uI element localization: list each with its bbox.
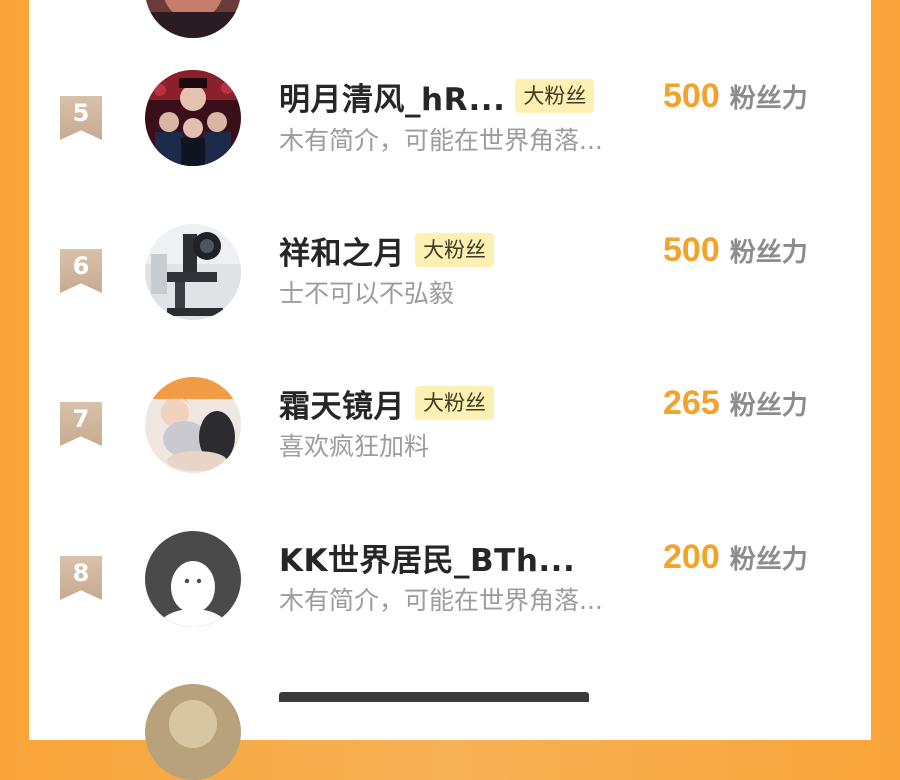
user-avatar[interactable] bbox=[145, 377, 241, 473]
fan-leaderboard-panel: 5 明月清风_hR... 大粉丝 木有简介，可能在世界角落... 500 粉丝力… bbox=[29, 0, 871, 780]
fan-power: 500 粉丝力 bbox=[663, 231, 808, 275]
user-bio: 喜欢疯狂加料 bbox=[279, 432, 430, 461]
user-name[interactable]: 祥和之月 bbox=[279, 228, 405, 273]
fan-power-value: 265 bbox=[663, 384, 720, 422]
fan-power-unit: 粉丝力 bbox=[729, 391, 808, 421]
fan-power: 500 粉丝力 bbox=[663, 77, 808, 121]
avatar-partial-top[interactable] bbox=[145, 0, 241, 38]
user-bio: 木有简介，可能在世界角落... bbox=[279, 126, 603, 155]
user-name[interactable]: 霜天镜月 bbox=[279, 381, 405, 426]
fan-power-value: 500 bbox=[663, 77, 720, 115]
fan-level-badge: 大粉丝 bbox=[415, 386, 494, 420]
partial-row-name bbox=[279, 688, 599, 702]
leaderboard-row[interactable]: 7 霜天镜月 大粉丝 喜欢疯狂加料 265 粉丝力 bbox=[29, 371, 871, 481]
fan-power: 200 粉丝力 bbox=[663, 538, 808, 582]
rank-badge: 5 bbox=[60, 96, 102, 140]
user-bio: 士不可以不弘毅 bbox=[279, 279, 455, 308]
user-bio: 木有简介，可能在世界角落... bbox=[279, 586, 603, 615]
user-avatar[interactable] bbox=[145, 224, 241, 320]
avatar-partial-bottom[interactable] bbox=[145, 684, 241, 780]
default-user-avatar[interactable] bbox=[145, 531, 241, 627]
user-avatar[interactable] bbox=[145, 70, 241, 166]
fan-power-value: 200 bbox=[663, 538, 720, 576]
rank-badge: 8 bbox=[60, 556, 102, 600]
name-line: 霜天镜月 大粉丝 bbox=[279, 381, 494, 425]
leaderboard-row[interactable]: 5 明月清风_hR... 大粉丝 木有简介，可能在世界角落... 500 粉丝力 bbox=[29, 64, 871, 174]
name-line: 明月清风_hR... 大粉丝 bbox=[279, 74, 595, 119]
name-line: KK世界居民_BTh... bbox=[279, 535, 575, 579]
user-name[interactable]: KK世界居民_BTh... bbox=[279, 535, 575, 580]
fan-level-badge: 大粉丝 bbox=[415, 233, 494, 267]
name-line: 祥和之月 大粉丝 bbox=[279, 228, 494, 272]
fan-power-unit: 粉丝力 bbox=[729, 238, 808, 268]
leaderboard-row[interactable]: 6 祥和之月 大粉丝 士不可以不弘毅 500 粉丝力 bbox=[29, 218, 871, 328]
fan-power-unit: 粉丝力 bbox=[729, 545, 808, 575]
fan-power-value: 500 bbox=[663, 231, 720, 269]
rank-badge: 6 bbox=[60, 249, 102, 293]
fan-power: 265 粉丝力 bbox=[663, 384, 808, 428]
user-name[interactable]: 明月清风_hR... bbox=[279, 74, 505, 119]
leaderboard-row[interactable]: 8 KK世界居民_BTh... 木有简介，可能在世界角落... 200 粉丝力 bbox=[29, 525, 871, 635]
fan-level-badge: 大粉丝 bbox=[515, 79, 595, 113]
rank-badge: 7 bbox=[60, 402, 102, 446]
fan-power-unit: 粉丝力 bbox=[729, 84, 808, 114]
